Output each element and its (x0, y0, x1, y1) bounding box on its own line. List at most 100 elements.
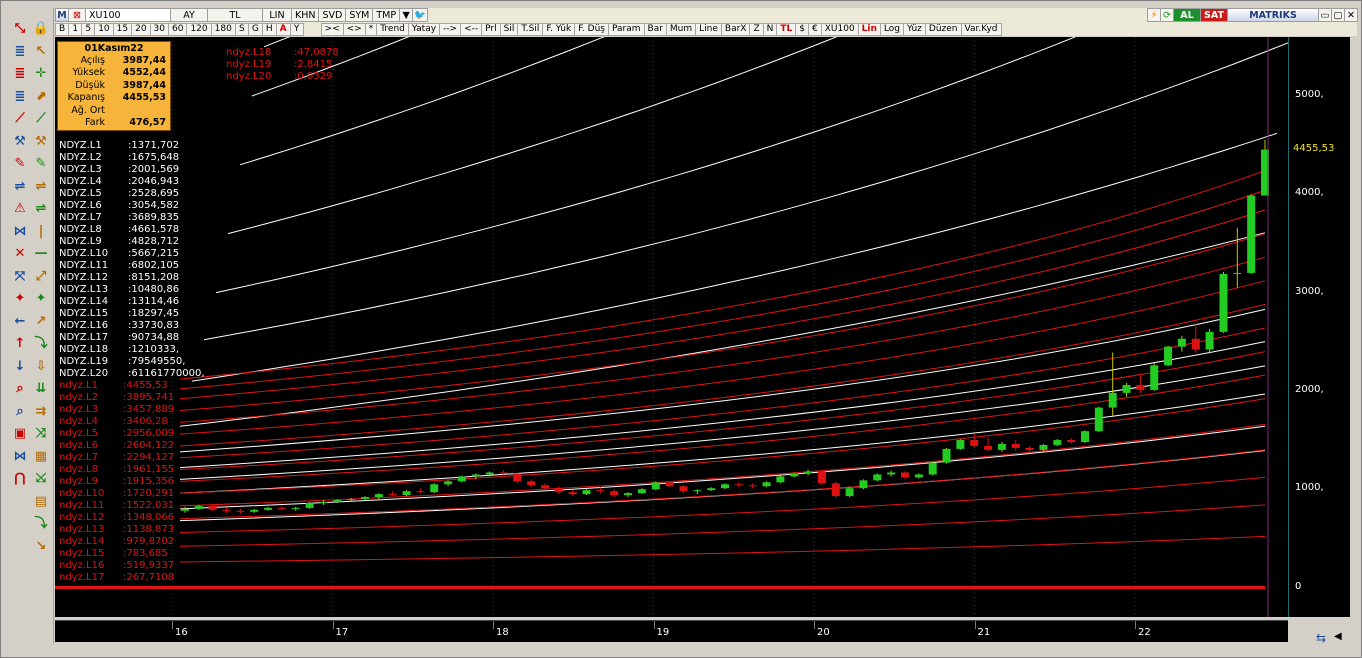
chart-tool-button[interactable]: $ (795, 22, 809, 36)
chart-scroll-control[interactable]: ⇆ ◀ (1290, 627, 1358, 649)
sell-button[interactable]: SAT (1200, 8, 1228, 22)
drawing-tool-icon[interactable]: ≣ (11, 88, 29, 106)
chart-tool-button[interactable]: Line (695, 22, 722, 36)
scale-select[interactable]: LIN (262, 8, 292, 22)
chart-tool-button[interactable]: N (762, 22, 778, 36)
drawing-tool-icon[interactable]: ⇉ (32, 403, 50, 421)
drawing-tool-icon[interactable]: ↓ (11, 358, 29, 376)
drawing-tool-icon[interactable]: ⌕ (11, 380, 29, 398)
refresh-icon[interactable]: ⟳ (1160, 8, 1174, 22)
drawing-tool-icon[interactable]: ⤢ (32, 268, 50, 286)
chart-tool-button[interactable]: --> (439, 22, 462, 36)
chart-tool-button[interactable]: BarX (720, 22, 751, 36)
drawing-tool-icon[interactable]: ⇌ (32, 178, 50, 196)
interval-button[interactable]: 180 (210, 22, 236, 36)
interval-button[interactable]: 30 (149, 22, 169, 36)
price-axis[interactable]: 4455,53 5000, 4000, 3000, 2000, 1000, 0 (1288, 37, 1350, 617)
khn-button[interactable]: KHN (291, 8, 320, 22)
drawing-tool-icon[interactable]: ▣ (11, 425, 29, 443)
chart-tool-button[interactable]: Log (879, 22, 904, 36)
drawing-tool-icon[interactable]: ▤ (32, 493, 50, 511)
drawing-tool-icon[interactable]: ⟋ (11, 110, 29, 128)
scroll-back-icon[interactable]: ◀ (1334, 631, 1342, 642)
drawing-tool-icon[interactable]: ← (11, 313, 29, 331)
drawing-tool-icon[interactable]: ⇊ (32, 380, 50, 398)
period-select[interactable]: AY (170, 8, 208, 22)
drawing-tool-icon[interactable]: ▦ (32, 448, 50, 466)
drawing-tool-icon[interactable]: ≣ (11, 65, 29, 83)
drawing-tool-icon[interactable]: ⤨ (32, 425, 50, 443)
sym-button[interactable]: SYM (345, 8, 374, 22)
drawing-tool-icon[interactable]: ⤡ (11, 20, 29, 38)
chart-tool-button[interactable]: Lin (857, 22, 881, 36)
drawing-tool-icon[interactable]: ⋈ (11, 223, 29, 241)
chart-tool-button[interactable]: Sil (499, 22, 519, 36)
chart-tool-button[interactable]: Düzen (924, 22, 962, 36)
chart-tool-button[interactable]: T.Sil (517, 22, 544, 36)
maximize-icon[interactable]: ▢ (1331, 8, 1345, 22)
drawing-tool-icon[interactable]: ✎ (11, 155, 29, 173)
chart-tool-button[interactable]: Yatay (407, 22, 441, 36)
chart-tool-button[interactable]: Trend (376, 22, 409, 36)
chart-tool-button[interactable]: F. Yük (542, 22, 576, 36)
drawing-tool-icon[interactable]: ✎ (32, 155, 50, 173)
chart-tool-button[interactable]: Yüz (902, 22, 926, 36)
drawing-tool-icon[interactable]: ⤵ (32, 335, 50, 353)
chart-tool-button[interactable]: Param (607, 22, 645, 36)
drawing-tool-icon[interactable]: | (32, 223, 50, 241)
svd-button[interactable]: SVD (318, 8, 347, 22)
chart-tool-button[interactable]: Mum (665, 22, 697, 36)
interval-button[interactable]: S (234, 22, 249, 36)
drawing-tool-icon[interactable]: ⋈ (11, 448, 29, 466)
dropdown-arrow-icon[interactable]: ▼ (399, 8, 414, 22)
drawing-tool-icon[interactable]: ✦ (32, 290, 50, 308)
drawing-tool-icon[interactable]: ⚠ (11, 200, 29, 218)
interval-button[interactable]: 20 (131, 22, 151, 36)
drawing-tool-icon[interactable]: ⤵ (32, 515, 50, 533)
chart-tool-button[interactable]: XU100 (820, 22, 859, 36)
interval-button[interactable]: 60 (168, 22, 188, 36)
buy-button[interactable]: AL (1173, 8, 1201, 22)
interval-button[interactable]: 120 (186, 22, 212, 36)
chart-tool-button[interactable]: TL (776, 22, 797, 36)
chart-tool-button[interactable]: F. Düş (574, 22, 609, 36)
interval-button[interactable]: G (247, 22, 263, 36)
tmp-button[interactable]: TMP (372, 8, 401, 22)
drawing-tool-icon[interactable]: ✕ (11, 245, 29, 263)
interval-button[interactable]: 1 (68, 22, 83, 36)
drawing-tool-icon[interactable]: ⋂ (11, 470, 29, 488)
chart-tool-button[interactable]: >< (320, 22, 344, 36)
drawing-tool-icon[interactable]: ↘ (32, 538, 50, 556)
drawing-tool-icon[interactable]: ≣ (11, 43, 29, 61)
interval-button[interactable]: B (55, 22, 70, 36)
chart-tool-button[interactable]: Bar (643, 22, 667, 36)
time-axis[interactable]: 16 17 18 19 20 21 22 (55, 620, 1288, 642)
chart-tool-button[interactable]: Var.Kyd (960, 22, 1002, 36)
interval-button[interactable]: 15 (112, 22, 133, 36)
drawing-tool-icon[interactable]: ⚒ (11, 133, 29, 151)
drawing-tool-icon[interactable]: ⇌ (32, 200, 50, 218)
interval-button[interactable]: A (275, 22, 291, 36)
symbol-input[interactable]: XU100 (85, 8, 171, 22)
drawing-tool-icon[interactable]: ⇩ (32, 358, 50, 376)
drawing-tool-icon[interactable]: ✦ (11, 290, 29, 308)
drawing-tool-icon[interactable]: ⤧ (11, 268, 29, 286)
chart-tool-button[interactable]: <-- (460, 22, 483, 36)
chart-tool-button[interactable]: Z (749, 22, 764, 36)
scroll-icon[interactable]: ⇆ (1316, 631, 1326, 645)
drawing-tool-icon[interactable]: — (32, 245, 50, 263)
price-chart[interactable] (55, 37, 1288, 617)
interval-button[interactable]: 5 (81, 22, 96, 36)
drawing-tool-icon[interactable]: ⤩ (32, 470, 50, 488)
interval-button[interactable]: Y (289, 22, 304, 36)
drawing-tool-icon[interactable]: ⚒ (32, 133, 50, 151)
chart-tool-button[interactable]: <> (342, 22, 366, 36)
close-icon[interactable]: ✕ (1344, 8, 1358, 22)
chart-tool-button[interactable]: Prl (481, 22, 501, 36)
drawing-tool-icon[interactable]: ↗ (32, 313, 50, 331)
drawing-tool-icon[interactable]: ⬈ (32, 88, 50, 106)
chart-tool-button[interactable]: € (808, 22, 822, 36)
matriks-m-icon[interactable]: M (55, 8, 69, 22)
lightning-icon[interactable]: ⚡ (1147, 8, 1161, 22)
drawing-tool-icon[interactable]: ⇌ (11, 178, 29, 196)
